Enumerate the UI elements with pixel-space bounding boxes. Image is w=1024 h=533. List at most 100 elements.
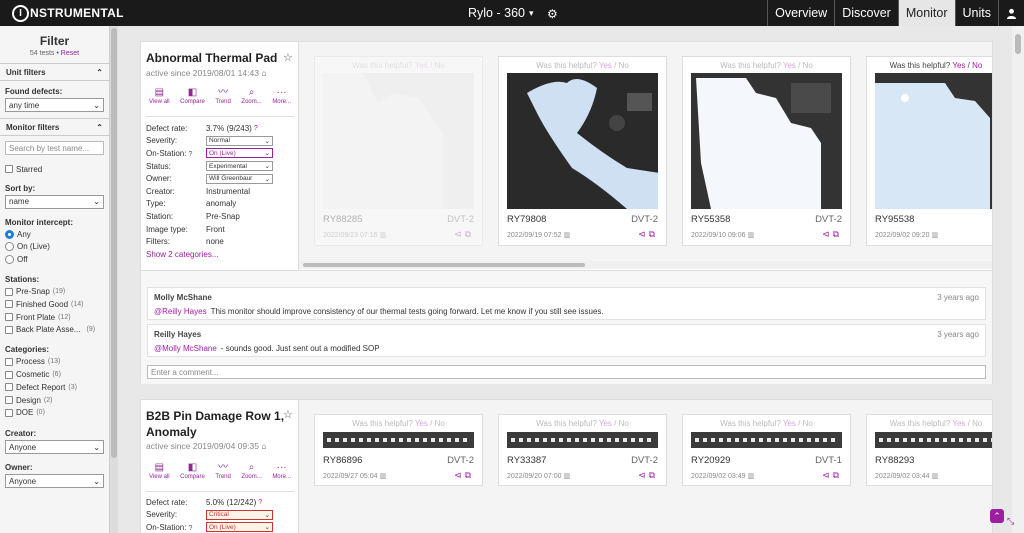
copy-icon[interactable]: ⧉ bbox=[465, 470, 474, 480]
unit-card[interactable]: Was this helpful? Yes / No RY55358 DVT-2… bbox=[682, 56, 851, 246]
station-checkbox[interactable] bbox=[5, 325, 13, 334]
info-icon[interactable]: ? bbox=[258, 499, 262, 506]
trend-button[interactable]: 〰 Trend bbox=[215, 88, 230, 106]
nav-discover[interactable]: Discover bbox=[834, 0, 898, 26]
found-defects-select[interactable]: any time ⌄ bbox=[5, 98, 104, 112]
star-icon[interactable]: ☆ bbox=[283, 51, 293, 64]
tag-icon[interactable]: ⊲ bbox=[454, 470, 465, 480]
helpful-no[interactable]: No bbox=[619, 419, 629, 428]
nav-overview[interactable]: Overview bbox=[767, 0, 834, 26]
radio-button[interactable] bbox=[5, 255, 14, 265]
helpful-no[interactable]: No bbox=[435, 419, 445, 428]
helpful-yes[interactable]: Yes bbox=[783, 61, 796, 70]
gallery-scroll-thumb[interactable] bbox=[303, 263, 585, 267]
helpful-no[interactable]: No bbox=[972, 61, 982, 70]
unit-card[interactable]: Was this helpful? Yes / No RY86896 DVT-2… bbox=[314, 414, 483, 486]
station-checkbox[interactable] bbox=[5, 287, 13, 296]
helpful-yes[interactable]: Yes bbox=[415, 61, 428, 70]
unit-image[interactable] bbox=[691, 73, 842, 209]
sort-by-select[interactable]: name ⌄ bbox=[5, 194, 104, 209]
compare-button[interactable]: ◧ Compare bbox=[180, 88, 205, 106]
unit-image[interactable] bbox=[875, 73, 992, 209]
more-button[interactable]: ··· More... bbox=[272, 463, 291, 481]
zoom-button[interactable]: ⌕ Zoom... bbox=[241, 88, 261, 106]
owner-select[interactable]: Will Greenbaur ⌄ bbox=[206, 173, 273, 184]
resize-handle-icon[interactable]: ⤡ bbox=[1007, 516, 1014, 527]
unit-card[interactable]: Was this helpful? Yes / No RY20929 DVT-1… bbox=[682, 414, 851, 486]
helpful-no[interactable]: No bbox=[435, 61, 445, 70]
severity-select[interactable]: Critical ⌄ bbox=[206, 509, 273, 520]
unit-serial[interactable]: RY20929 bbox=[691, 455, 730, 466]
starred-checkbox[interactable] bbox=[5, 165, 13, 174]
category-checkbox[interactable] bbox=[5, 357, 13, 366]
tag-icon[interactable]: ⊲ bbox=[822, 470, 833, 480]
helpful-no[interactable]: No bbox=[972, 419, 982, 428]
unit-serial[interactable]: RY79808 bbox=[507, 214, 546, 225]
intercept-option[interactable]: On (Live) bbox=[0, 241, 109, 254]
main-scroll-thumb[interactable] bbox=[1015, 34, 1021, 54]
severity-select[interactable]: Normal ⌄ bbox=[206, 135, 273, 146]
station-filter[interactable]: Back Plate Asse... (9) bbox=[0, 324, 109, 337]
category-checkbox[interactable] bbox=[5, 370, 13, 379]
on-station-select[interactable]: On (Live) ⌄ bbox=[206, 522, 273, 533]
radio-button[interactable] bbox=[5, 229, 14, 239]
unit-image[interactable] bbox=[875, 432, 992, 448]
category-filter[interactable]: Cosmetic (6) bbox=[0, 368, 109, 381]
unit-image[interactable] bbox=[507, 432, 658, 448]
helpful-yes[interactable]: Yes bbox=[599, 61, 612, 70]
unit-card[interactable]: Was this helpful? Yes / No RY33387 DVT-2… bbox=[498, 414, 667, 486]
view-all-button[interactable]: ▤ View all bbox=[149, 88, 170, 106]
star-icon[interactable]: ☆ bbox=[283, 408, 293, 421]
tag-icon[interactable]: ⊲ bbox=[822, 229, 833, 239]
unit-serial[interactable]: RY33387 bbox=[507, 455, 546, 466]
chevron-up-icon[interactable]: ⌃ bbox=[990, 509, 1004, 523]
on-station-select[interactable]: On (Live) ⌄ bbox=[206, 148, 273, 159]
intercept-option[interactable]: Any bbox=[0, 228, 109, 241]
monitor-filters-header[interactable]: Monitor filters ⌃ bbox=[0, 118, 109, 136]
show-categories-link[interactable]: Show 2 categories... bbox=[146, 250, 218, 259]
monitor-title[interactable]: Abnormal Thermal Pad bbox=[146, 50, 286, 66]
helpful-no[interactable]: No bbox=[803, 61, 813, 70]
info-icon[interactable]: ? bbox=[188, 525, 192, 532]
copy-icon[interactable]: ⧉ bbox=[649, 470, 658, 480]
station-filter[interactable]: Front Plate (12) bbox=[0, 311, 109, 324]
unit-card[interactable]: Was this helpful? Yes / No RY79808 DVT-2… bbox=[498, 56, 667, 246]
station-checkbox[interactable] bbox=[5, 300, 13, 309]
station-filter[interactable]: Pre-Snap (19) bbox=[0, 285, 109, 298]
station-checkbox[interactable] bbox=[5, 313, 13, 322]
copy-icon[interactable]: ⧉ bbox=[649, 229, 658, 239]
helpful-no[interactable]: No bbox=[619, 61, 629, 70]
helpful-yes[interactable]: Yes bbox=[952, 419, 965, 428]
zoom-button[interactable]: ⌕ Zoom... bbox=[241, 463, 261, 481]
category-filter[interactable]: Process (13) bbox=[0, 355, 109, 368]
category-checkbox[interactable] bbox=[5, 383, 13, 392]
monitor-title[interactable]: B2B Pin Damage Row 1, Anomaly bbox=[146, 408, 286, 440]
comment-mention[interactable]: @Reilly Hayes bbox=[154, 307, 207, 316]
comment-mention[interactable]: @Molly McShane bbox=[154, 344, 217, 353]
gallery-scrollbar[interactable] bbox=[299, 261, 992, 269]
sidebar-scrollbar[interactable] bbox=[110, 26, 118, 533]
info-icon[interactable]: ? bbox=[254, 125, 258, 132]
main-scrollbar[interactable] bbox=[1012, 26, 1024, 533]
helpful-no[interactable]: No bbox=[803, 419, 813, 428]
unit-filters-header[interactable]: Unit filters ⌃ bbox=[0, 63, 109, 81]
unit-card[interactable]: Was this helpful? Yes / No RY88285 DVT-2… bbox=[314, 56, 483, 246]
unit-serial[interactable]: RY95538 bbox=[875, 214, 914, 225]
category-filter[interactable]: DOE (0) bbox=[0, 407, 109, 420]
trend-button[interactable]: 〰 Trend bbox=[215, 463, 230, 481]
station-filter[interactable]: Finished Good (14) bbox=[0, 298, 109, 311]
tag-icon[interactable]: ⊲ bbox=[454, 229, 465, 239]
helpful-yes[interactable]: Yes bbox=[599, 419, 612, 428]
info-icon[interactable]: ? bbox=[188, 151, 192, 158]
nav-units[interactable]: Units bbox=[954, 0, 998, 26]
radio-button[interactable] bbox=[5, 242, 14, 252]
unit-serial[interactable]: RY88293 bbox=[875, 455, 914, 466]
project-selector[interactable]: Rylo - 360 ▾ bbox=[468, 6, 534, 20]
unit-image[interactable] bbox=[323, 73, 474, 209]
unit-image[interactable] bbox=[691, 432, 842, 448]
unit-serial[interactable]: RY88285 bbox=[323, 214, 362, 225]
copy-icon[interactable]: ⧉ bbox=[833, 470, 842, 480]
owner-select[interactable]: Anyone ⌄ bbox=[5, 474, 104, 489]
tag-icon[interactable]: ⊲ bbox=[638, 470, 649, 480]
gear-icon[interactable]: ⚙ bbox=[547, 7, 558, 21]
